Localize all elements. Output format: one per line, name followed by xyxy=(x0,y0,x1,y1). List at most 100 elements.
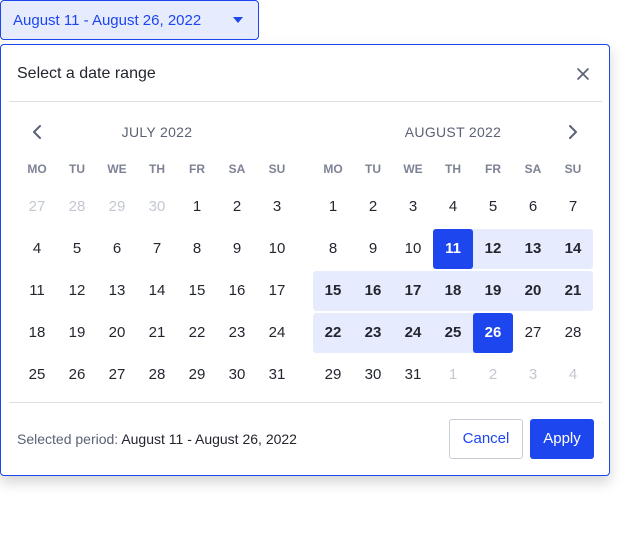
dialog-title: Select a date range xyxy=(17,65,156,82)
month-title-august: AUGUST 2022 xyxy=(404,124,502,140)
day-cell[interactable]: 21 xyxy=(553,271,593,311)
day-cell[interactable]: 20 xyxy=(513,271,553,311)
day-cell[interactable]: 7 xyxy=(553,187,593,227)
weekday-header: WE xyxy=(403,162,423,176)
day-range-end[interactable]: 26 xyxy=(473,313,513,353)
day-cell[interactable]: 20 xyxy=(97,313,137,353)
day-cell[interactable]: 26 xyxy=(57,355,97,395)
day-cell[interactable]: 6 xyxy=(97,229,137,269)
date-range-popover: Select a date range JULY 2022 AUGUST 202… xyxy=(0,44,610,476)
day-cell[interactable]: 22 xyxy=(313,313,353,353)
chevron-right-icon[interactable] xyxy=(562,122,584,142)
chevron-left-icon[interactable] xyxy=(26,122,48,142)
day-cell[interactable]: 8 xyxy=(177,229,217,269)
weekday-header: TH xyxy=(149,162,165,176)
day-cell[interactable]: 14 xyxy=(137,271,177,311)
day-cell[interactable]: 16 xyxy=(217,271,257,311)
day-cell[interactable]: 5 xyxy=(473,187,513,227)
weekday-header: SU xyxy=(564,162,582,176)
day-cell[interactable]: 27 xyxy=(17,187,57,227)
day-cell[interactable]: 21 xyxy=(137,313,177,353)
day-cell[interactable]: 2 xyxy=(473,355,513,395)
caret-down-icon xyxy=(233,17,243,23)
day-cell[interactable]: 18 xyxy=(17,313,57,353)
day-cell[interactable]: 9 xyxy=(353,229,393,269)
weekday-header: TU xyxy=(365,162,381,176)
day-cell[interactable]: 25 xyxy=(433,313,473,353)
day-cell[interactable]: 30 xyxy=(137,187,177,227)
day-cell[interactable]: 10 xyxy=(257,229,297,269)
weekday-header: SA xyxy=(524,162,542,176)
selected-period: Selected period: August 11 - August 26, … xyxy=(17,431,297,447)
day-cell[interactable]: 4 xyxy=(17,229,57,269)
day-cell[interactable]: 27 xyxy=(513,313,553,353)
day-cell[interactable]: 5 xyxy=(57,229,97,269)
day-cell[interactable]: 2 xyxy=(217,187,257,227)
day-cell[interactable]: 15 xyxy=(313,271,353,311)
day-cell[interactable]: 31 xyxy=(393,355,433,395)
day-cell[interactable]: 15 xyxy=(177,271,217,311)
day-cell[interactable]: 8 xyxy=(313,229,353,269)
day-cell[interactable]: 22 xyxy=(177,313,217,353)
weekday-header: SU xyxy=(268,162,286,176)
day-cell[interactable]: 29 xyxy=(313,355,353,395)
day-cell[interactable]: 3 xyxy=(513,355,553,395)
weekday-header: SA xyxy=(228,162,246,176)
day-cell[interactable]: 28 xyxy=(553,313,593,353)
day-cell[interactable]: 11 xyxy=(17,271,57,311)
weekday-header: WE xyxy=(107,162,127,176)
day-cell[interactable]: 12 xyxy=(57,271,97,311)
footer-divider xyxy=(9,402,602,403)
day-cell[interactable]: 16 xyxy=(353,271,393,311)
day-cell[interactable]: 19 xyxy=(57,313,97,353)
weekday-header: MO xyxy=(27,162,47,176)
trigger-label: August 11 - August 26, 2022 xyxy=(13,11,202,29)
day-cell[interactable]: 4 xyxy=(433,187,473,227)
day-cell[interactable]: 1 xyxy=(177,187,217,227)
day-cell[interactable]: 4 xyxy=(553,355,593,395)
day-cell[interactable]: 27 xyxy=(97,355,137,395)
apply-button[interactable]: Apply xyxy=(530,419,594,459)
day-cell[interactable]: 3 xyxy=(257,187,297,227)
day-cell[interactable]: 30 xyxy=(217,355,257,395)
day-cell[interactable]: 17 xyxy=(393,271,433,311)
day-cell[interactable]: 7 xyxy=(137,229,177,269)
day-cell[interactable]: 24 xyxy=(393,313,433,353)
day-cell[interactable]: 6 xyxy=(513,187,553,227)
day-cell[interactable]: 29 xyxy=(177,355,217,395)
day-cell[interactable]: 28 xyxy=(57,187,97,227)
period-value: August 11 - August 26, 2022 xyxy=(121,431,297,447)
day-cell[interactable]: 1 xyxy=(433,355,473,395)
day-cell[interactable]: 30 xyxy=(353,355,393,395)
day-cell[interactable]: 17 xyxy=(257,271,297,311)
period-label: Selected period: xyxy=(17,431,119,447)
day-cell[interactable]: 2 xyxy=(353,187,393,227)
day-cell[interactable]: 23 xyxy=(353,313,393,353)
day-cell[interactable]: 25 xyxy=(17,355,57,395)
day-cell[interactable]: 31 xyxy=(257,355,297,395)
day-cell[interactable]: 23 xyxy=(217,313,257,353)
day-cell[interactable]: 10 xyxy=(393,229,433,269)
weekday-header: MO xyxy=(323,162,343,176)
weekday-header: TH xyxy=(445,162,461,176)
date-range-trigger[interactable]: August 11 - August 26, 2022 xyxy=(0,0,259,40)
weekday-header: FR xyxy=(485,162,501,176)
day-cell[interactable]: 13 xyxy=(97,271,137,311)
day-cell[interactable]: 24 xyxy=(257,313,297,353)
day-cell[interactable]: 29 xyxy=(97,187,137,227)
cancel-button[interactable]: Cancel xyxy=(449,419,523,459)
day-cell[interactable]: 19 xyxy=(473,271,513,311)
day-cell[interactable]: 14 xyxy=(553,229,593,269)
day-range-start[interactable]: 11 xyxy=(433,229,473,269)
day-cell[interactable]: 13 xyxy=(513,229,553,269)
weekday-header: FR xyxy=(189,162,205,176)
day-cell[interactable]: 12 xyxy=(473,229,513,269)
day-cell[interactable]: 3 xyxy=(393,187,433,227)
day-cell[interactable]: 1 xyxy=(313,187,353,227)
close-icon[interactable] xyxy=(572,63,594,85)
day-cell[interactable]: 18 xyxy=(433,271,473,311)
header-divider xyxy=(9,101,602,102)
day-cell[interactable]: 9 xyxy=(217,229,257,269)
day-cell[interactable]: 28 xyxy=(137,355,177,395)
month-title-july: JULY 2022 xyxy=(121,124,193,140)
